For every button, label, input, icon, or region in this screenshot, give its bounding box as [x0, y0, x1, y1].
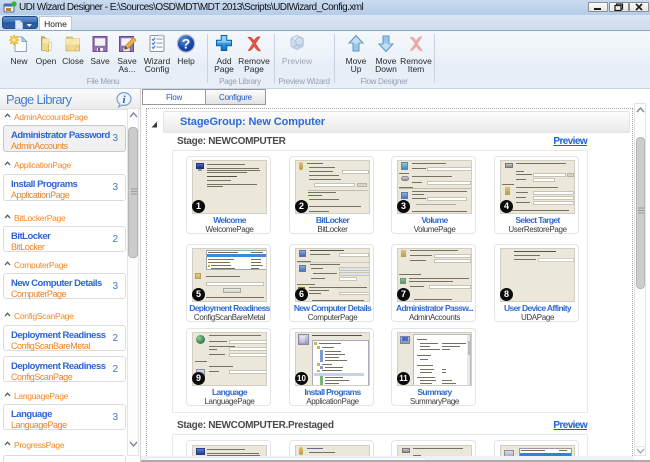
svg-text:?: ?: [182, 36, 191, 52]
